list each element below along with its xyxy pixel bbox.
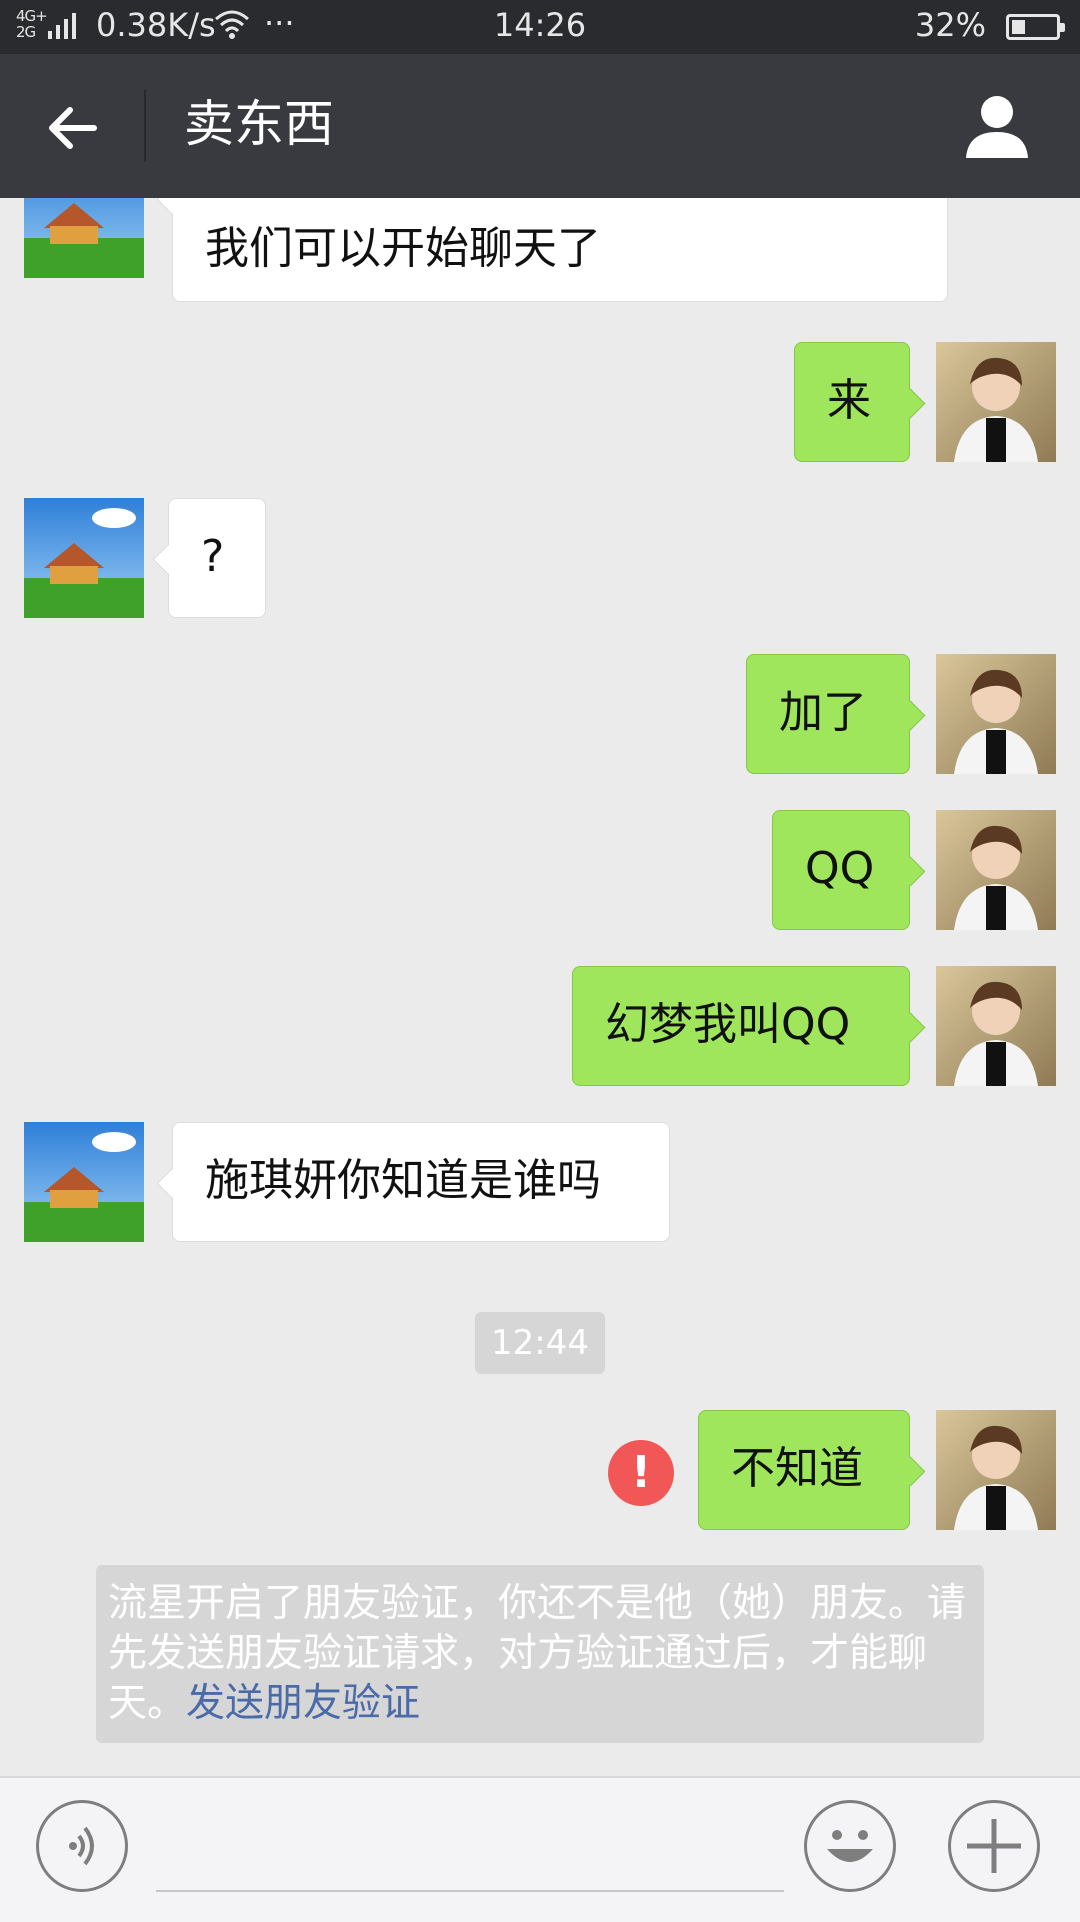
contact-avatar[interactable] <box>24 1122 144 1242</box>
message-input[interactable] <box>156 1802 784 1892</box>
send-failed-icon[interactable]: ! <box>608 1440 674 1506</box>
input-bar <box>0 1776 1080 1922</box>
outgoing-message-bubble[interactable]: 来 <box>794 342 910 462</box>
my-avatar[interactable] <box>936 342 1056 462</box>
smiley-icon <box>827 1830 873 1862</box>
outgoing-message-bubble[interactable]: 幻梦我叫QQ <box>572 966 910 1086</box>
my-avatar[interactable] <box>936 1410 1056 1530</box>
voice-button[interactable] <box>36 1800 128 1892</box>
header-divider <box>144 90 146 162</box>
emoji-button[interactable] <box>804 1800 896 1892</box>
contact-avatar[interactable] <box>24 198 144 278</box>
chat-header: 卖东西 <box>0 54 1080 198</box>
send-verification-link[interactable]: 发送朋友验证 <box>186 1681 420 1726</box>
message-text: 来 <box>827 375 871 426</box>
message-text: 不知道 <box>731 1443 863 1494</box>
my-avatar[interactable] <box>936 810 1056 930</box>
message-text: 施琪妍你知道是谁吗 <box>205 1155 601 1206</box>
friend-verification-notice: 流星开启了朋友验证，你还不是他（她）朋友。请先发送朋友验证请求，对方验证通过后，… <box>96 1565 984 1743</box>
battery-percent: 32% <box>914 6 986 44</box>
chat-title: 卖东西 <box>184 95 334 153</box>
outgoing-message-bubble[interactable]: 不知道 <box>698 1410 910 1530</box>
status-bar: 4G+ 2G 0.38K/s ··· 14:26 32% <box>0 0 1080 54</box>
incoming-message-bubble[interactable]: 施琪妍你知道是谁吗 <box>172 1122 670 1242</box>
my-avatar[interactable] <box>936 654 1056 774</box>
outgoing-message-bubble[interactable]: QQ <box>772 810 910 930</box>
incoming-message-bubble[interactable]: ? <box>168 498 266 618</box>
incoming-message-bubble[interactable]: 我们可以开始聊天了 <box>172 198 948 302</box>
person-icon[interactable] <box>962 92 1032 162</box>
message-text: 我们可以开始聊天了 <box>205 223 601 274</box>
more-functions-button[interactable] <box>948 1800 1040 1892</box>
my-avatar[interactable] <box>936 966 1056 1086</box>
contact-avatar[interactable] <box>24 498 144 618</box>
plus-icon <box>967 1819 1021 1873</box>
message-list[interactable]: 我们可以开始聊天了 来 ? 加了 QQ 幻梦我叫QQ 施琪妍你知道是谁吗 12:… <box>0 198 1080 1776</box>
message-text: ? <box>201 531 225 582</box>
message-text: QQ <box>805 843 875 894</box>
voice-icon <box>69 1826 94 1866</box>
message-text: 幻梦我叫QQ <box>605 999 851 1050</box>
battery-icon <box>1006 14 1065 40</box>
outgoing-message-bubble[interactable]: 加了 <box>746 654 910 774</box>
message-text: 加了 <box>779 687 867 738</box>
timestamp: 12:44 <box>475 1312 605 1374</box>
back-arrow-icon[interactable] <box>44 100 100 156</box>
